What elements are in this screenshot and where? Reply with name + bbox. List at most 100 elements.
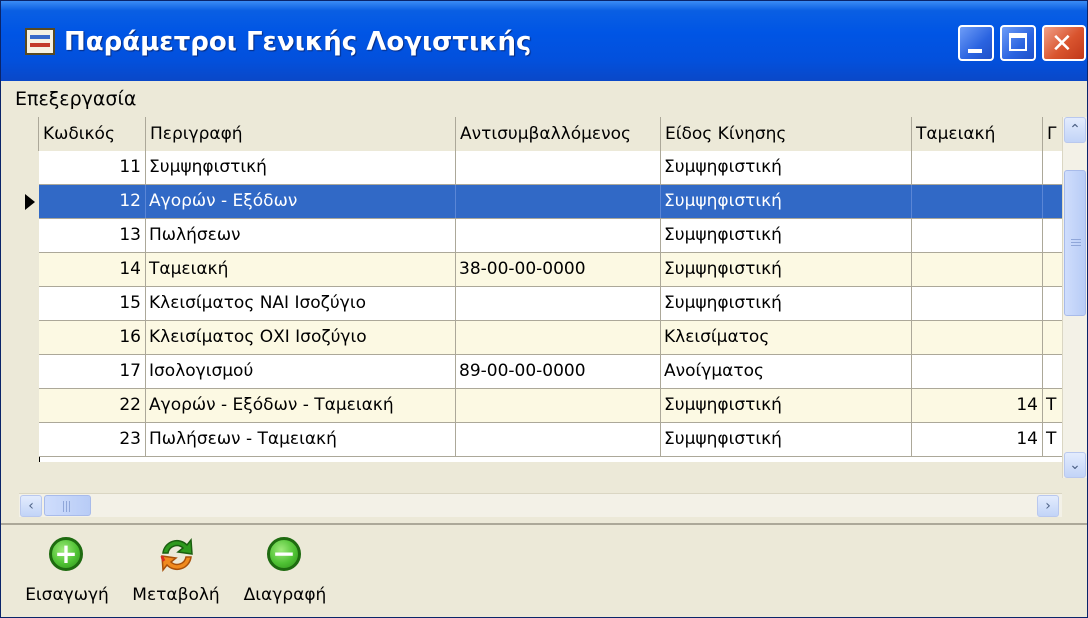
cell-cash[interactable]: 14 <box>912 423 1043 456</box>
cell-extra[interactable]: Τ <box>1043 423 1062 456</box>
cell-code[interactable]: 17 <box>39 355 146 388</box>
minimize-icon <box>968 49 982 53</box>
cell-extra[interactable] <box>1043 219 1062 252</box>
cell-code[interactable]: 15 <box>39 287 146 320</box>
table-row[interactable]: 16 Κλεισίματος ΟΧΙ Ισοζύγιο Κλεισίματος <box>39 321 1062 355</box>
table-row[interactable]: 15 Κλεισίματος ΝΑΙ Ισοζύγιο Συμψηφιστική <box>39 287 1062 321</box>
cell-code[interactable]: 16 <box>39 321 146 354</box>
column-header-movement-type[interactable]: Είδος Κίνησης <box>661 117 912 151</box>
cell-movement-type[interactable]: Ανοίγματος <box>661 355 912 388</box>
scroll-up-button[interactable]: ⌃ <box>1064 117 1086 143</box>
cell-extra[interactable] <box>1043 185 1062 218</box>
cell-movement-type[interactable]: Συμψηφιστική <box>661 253 912 286</box>
maximize-button[interactable] <box>1000 25 1036 61</box>
cell-extra[interactable]: Τ <box>1043 389 1062 422</box>
cell-counterparty[interactable] <box>456 219 661 252</box>
table-row[interactable]: 13 Πωλήσεων Συμψηφιστική <box>39 219 1062 253</box>
cell-code[interactable]: 12 <box>39 185 146 218</box>
cell-extra[interactable] <box>1043 355 1062 388</box>
column-header-code[interactable]: Κωδικός <box>39 117 146 151</box>
chevron-down-icon: ⌄ <box>1069 457 1081 473</box>
column-header-extra[interactable]: Γ <box>1043 117 1062 151</box>
cell-code[interactable]: 23 <box>39 423 146 456</box>
cell-code[interactable]: 13 <box>39 219 146 252</box>
cell-description[interactable]: Κλεισίματος ΟΧΙ Ισοζύγιο <box>146 321 456 354</box>
cell-counterparty[interactable] <box>456 151 661 184</box>
cell-code[interactable]: 11 <box>39 151 146 184</box>
cell-cash[interactable] <box>912 185 1043 218</box>
scroll-left-button[interactable]: ‹ <box>20 495 42 517</box>
scroll-down-button[interactable]: ⌄ <box>1064 452 1086 478</box>
minimize-button[interactable] <box>958 25 994 61</box>
cell-movement-type[interactable]: Συμψηφιστική <box>661 389 912 422</box>
modify-button[interactable]: Μεταβολή <box>127 531 225 613</box>
cell-cash[interactable] <box>912 253 1043 286</box>
cell-description[interactable]: Αγορών - Εξόδων <box>146 185 456 218</box>
menu-edit[interactable]: Επεξεργασία <box>15 88 136 110</box>
action-toolbar: + Εισαγωγή Μεταβολή − Διαγραφή <box>1 525 1087 617</box>
current-row-pointer-icon <box>25 194 35 210</box>
vertical-scroll-thumb[interactable] <box>1064 170 1086 316</box>
cell-counterparty[interactable] <box>456 287 661 320</box>
cell-code[interactable]: 22 <box>39 389 146 422</box>
cell-cash[interactable] <box>912 151 1043 184</box>
cell-description[interactable]: Αγορών - Εξόδων - Ταμειακή <box>146 389 456 422</box>
scroll-right-button[interactable]: › <box>1037 495 1059 517</box>
cell-counterparty[interactable] <box>456 423 661 456</box>
cell-description[interactable]: Πωλήσεων - Ταμειακή <box>146 423 456 456</box>
cell-counterparty[interactable]: 38-00-00-0000 <box>456 253 661 286</box>
cell-description[interactable]: Πωλήσεων <box>146 219 456 252</box>
table-row[interactable]: 17 Ισολογισμού 89-00-00-0000 Ανοίγματος <box>39 355 1062 389</box>
cell-movement-type[interactable]: Κλεισίματος <box>661 321 912 354</box>
cell-counterparty[interactable] <box>456 185 661 218</box>
cell-cash[interactable] <box>912 219 1043 252</box>
refresh-icon <box>160 538 193 572</box>
cell-movement-type[interactable]: Συμψηφιστική <box>661 219 912 252</box>
chevron-left-icon: ‹ <box>28 498 34 514</box>
horizontal-scrollbar[interactable]: ‹ › <box>19 493 1062 517</box>
delete-button[interactable]: − Διαγραφή <box>233 531 337 613</box>
cell-movement-type[interactable]: Συμψηφιστική <box>661 423 912 456</box>
data-grid[interactable]: Κωδικός Περιγραφή Αντισυμβαλλόμενος Είδο… <box>19 117 1062 462</box>
cell-cash[interactable]: 14 <box>912 389 1043 422</box>
modify-button-label: Μεταβολή <box>132 585 220 605</box>
vertical-scrollbar[interactable]: ⌃ ⌄ <box>1062 117 1087 478</box>
column-header-cash[interactable]: Ταμειακή <box>912 117 1043 151</box>
table-row[interactable]: 14 Ταμειακή 38-00-00-0000 Συμψηφιστική <box>39 253 1062 287</box>
table-row[interactable]: 23 Πωλήσεων - Ταμειακή Συμψηφιστική 14 Τ <box>39 423 1062 457</box>
column-header-description[interactable]: Περιγραφή <box>146 117 456 151</box>
remove-icon: − <box>267 537 301 571</box>
cell-extra[interactable] <box>1043 151 1062 184</box>
maximize-icon <box>1009 33 1027 51</box>
cell-extra[interactable] <box>1043 253 1062 286</box>
main-window: Παράμετροι Γενικής Λογιστικής ✕ Επεξεργα… <box>0 0 1088 618</box>
cell-counterparty[interactable] <box>456 389 661 422</box>
window-title: Παράμετροι Γενικής Λογιστικής <box>64 27 532 57</box>
cell-counterparty[interactable]: 89-00-00-0000 <box>456 355 661 388</box>
cell-extra[interactable] <box>1043 287 1062 320</box>
cell-description[interactable]: Συμψηφιστική <box>146 151 456 184</box>
cell-description[interactable]: Κλεισίματος ΝΑΙ Ισοζύγιο <box>146 287 456 320</box>
cell-movement-type[interactable]: Συμψηφιστική <box>661 151 912 184</box>
cell-code[interactable]: 14 <box>39 253 146 286</box>
cell-cash[interactable] <box>912 355 1043 388</box>
title-bar[interactable]: Παράμετροι Γενικής Λογιστικής ✕ <box>1 1 1087 81</box>
cell-movement-type[interactable]: Συμψηφιστική <box>661 287 912 320</box>
close-icon: ✕ <box>1051 29 1073 59</box>
horizontal-scroll-thumb[interactable] <box>44 495 91 516</box>
cell-cash[interactable] <box>912 287 1043 320</box>
table-row[interactable]: 22 Αγορών - Εξόδων - Ταμειακή Συμψηφιστική… <box>39 389 1062 423</box>
column-header-counterparty[interactable]: Αντισυμβαλλόμενος <box>456 117 661 151</box>
table-row[interactable]: 11 Συμψηφιστική Συμψηφιστική <box>39 151 1062 185</box>
cell-cash[interactable] <box>912 321 1043 354</box>
cell-counterparty[interactable] <box>456 321 661 354</box>
app-window-icon[interactable] <box>25 28 55 55</box>
insert-button[interactable]: + Εισαγωγή <box>15 531 119 613</box>
cell-movement-type[interactable]: Συμψηφιστική <box>661 185 912 218</box>
close-button[interactable]: ✕ <box>1042 25 1086 61</box>
cell-description[interactable]: Ισολογισμού <box>146 355 456 388</box>
cell-extra[interactable] <box>1043 321 1062 354</box>
cell-description[interactable]: Ταμειακή <box>146 253 456 286</box>
table-row[interactable]: 12 Αγορών - Εξόδων Συμψηφιστική <box>39 185 1062 219</box>
chevron-up-icon: ⌃ <box>1069 122 1081 138</box>
